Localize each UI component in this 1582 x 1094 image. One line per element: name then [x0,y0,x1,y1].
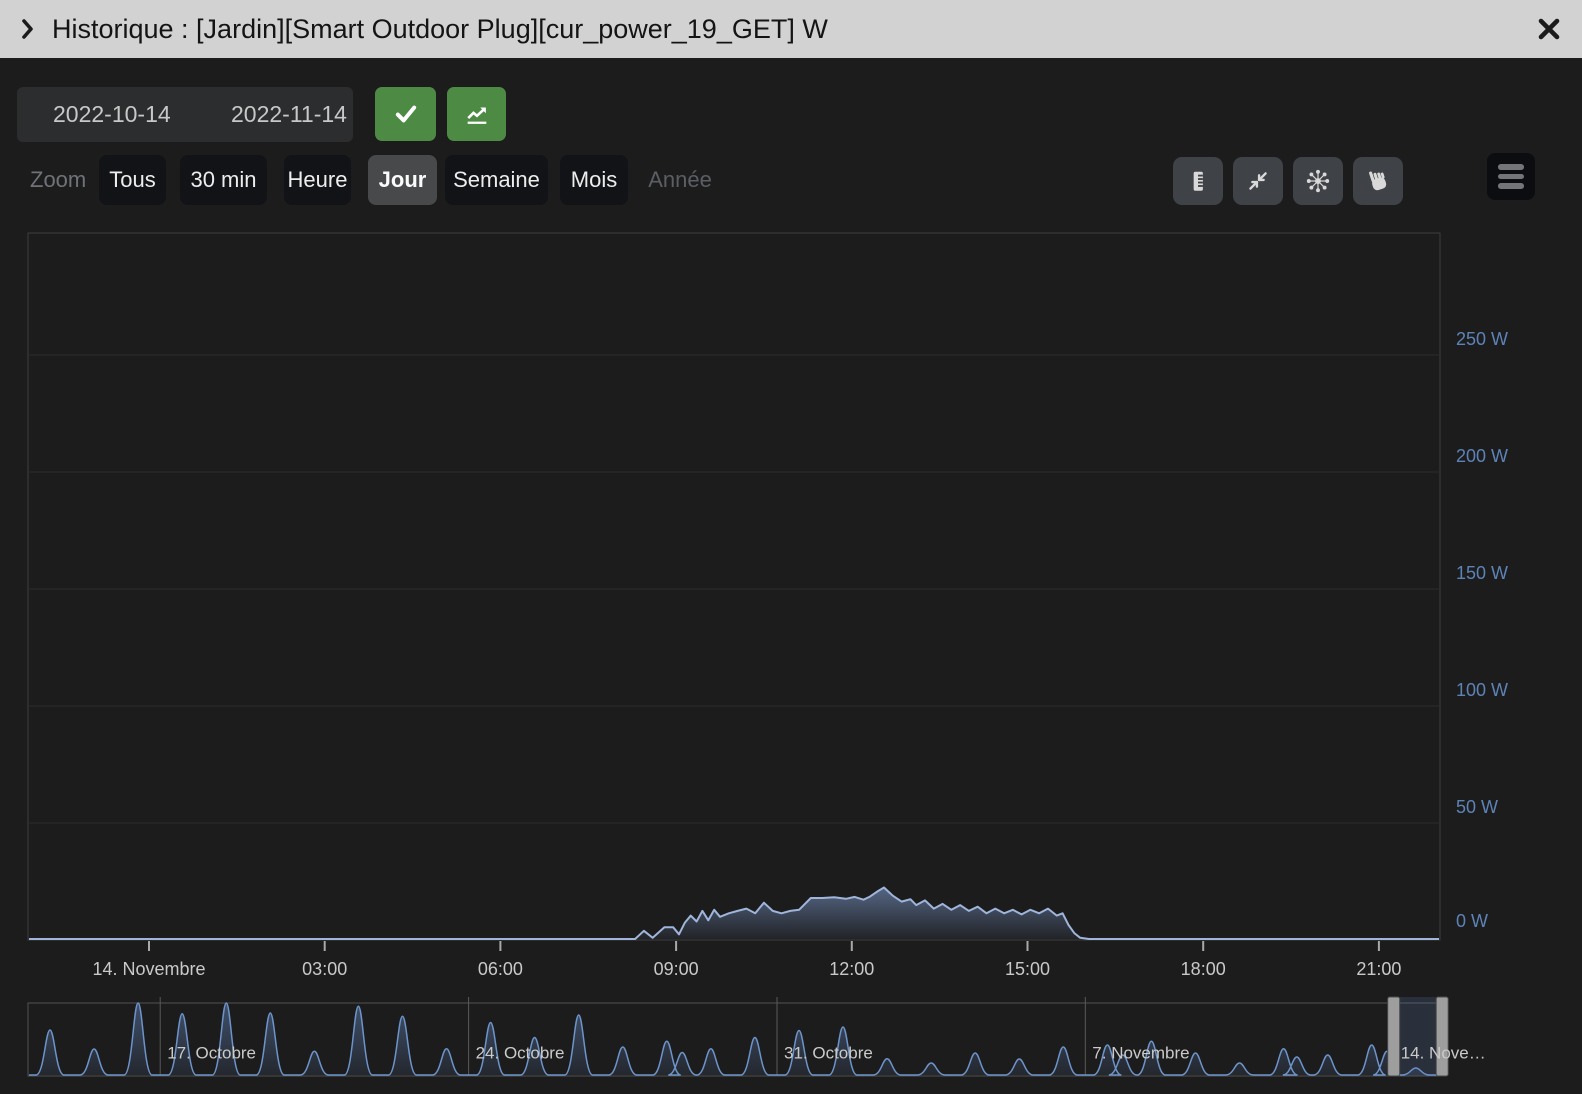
navigator-outline [28,1003,1440,1076]
x-axis-label: 09:00 [654,959,699,979]
compress-tool-button[interactable] [1233,157,1283,205]
navigator: 17. Octobre 24. Octobre 31. Octobre 7. Nove… [28,997,1486,1076]
close-icon[interactable] [1534,14,1564,44]
collapse-chevron-icon[interactable] [14,14,44,44]
navigator-selected-range[interactable] [1394,997,1443,1076]
y-axis-label: 100 W [1456,680,1508,700]
navigator-handle-left[interactable] [1388,997,1400,1076]
x-axis-label: 18:00 [1181,959,1226,979]
navigator-week-label: 14. Nove… [1401,1043,1486,1062]
range-button-jour[interactable]: Jour [368,155,437,205]
range-button-30min[interactable]: 30 min [180,155,267,205]
x-axis-label: 15:00 [1005,959,1050,979]
x-axis-label: 21:00 [1356,959,1401,979]
y-axis-label: 0 W [1456,911,1488,931]
pan-tool-button[interactable] [1353,157,1403,205]
pan-hand-icon [1364,167,1392,195]
confirm-dates-button[interactable] [375,87,436,141]
navigator-week-label: 24. Octobre [476,1043,565,1062]
power-series-area [29,888,1439,940]
navigator-week-label: 31. Octobre [784,1043,873,1062]
start-date-input[interactable]: 2022-10-14 [53,87,171,142]
zoom-label: Zoom [30,155,86,205]
navigator-handle-right[interactable] [1436,997,1448,1076]
hamburger-menu-icon [1498,164,1524,170]
x-axis-label: 14. Novembre [92,959,205,979]
y-axis-label: 150 W [1456,563,1508,583]
range-button-tous[interactable]: Tous [99,155,166,205]
range-button-annee[interactable]: Année [644,155,716,205]
navigator-series-area [29,1003,1439,1075]
chart-context-menu-button[interactable] [1487,153,1535,200]
x-axis-label: 12:00 [829,959,874,979]
checkmark-icon [392,100,420,128]
history-dialog: 0 W 50 W 100 W 150 W 200 W 250 W 14. Novembre 0… [0,0,1582,1094]
range-button-heure[interactable]: Heure [284,155,351,205]
compress-arrows-icon [1245,168,1271,194]
date-range-box: 2022-10-14 2022-11-14 [17,87,353,142]
x-axis-label: 03:00 [302,959,347,979]
y-axis-label: 50 W [1456,797,1498,817]
x-axis: 14. Novembre 03:00 06:00 09:00 12:00 15:00 18:… [92,941,1401,979]
dialog-title: Historique : [Jardin][Smart Outdoor Plug… [52,14,828,45]
navigator-series-line [29,1003,1439,1075]
x-axis-label: 06:00 [478,959,523,979]
trend-line-arrow-icon [463,100,491,128]
dialog-header: Historique : [Jardin][Smart Outdoor Plug… [0,0,1582,58]
range-button-semaine[interactable]: Semaine [445,155,548,205]
ruler-tool-button[interactable] [1173,157,1223,205]
navigator-week-label: 7. Novembre [1092,1043,1189,1062]
y-axis-label: 250 W [1456,329,1508,349]
scatter-points-icon [1305,168,1331,194]
y-axis-label: 200 W [1456,446,1508,466]
show-graph-button[interactable] [447,87,506,141]
end-date-input[interactable]: 2022-11-14 [231,87,347,142]
range-button-mois[interactable]: Mois [560,155,628,205]
y-axis: 0 W 50 W 100 W 150 W 200 W 250 W [29,329,1508,931]
ruler-icon [1185,168,1211,194]
scatter-tool-button[interactable] [1293,157,1343,205]
plot-border [28,233,1440,940]
navigator-week-label: 17. Octobre [167,1043,256,1062]
